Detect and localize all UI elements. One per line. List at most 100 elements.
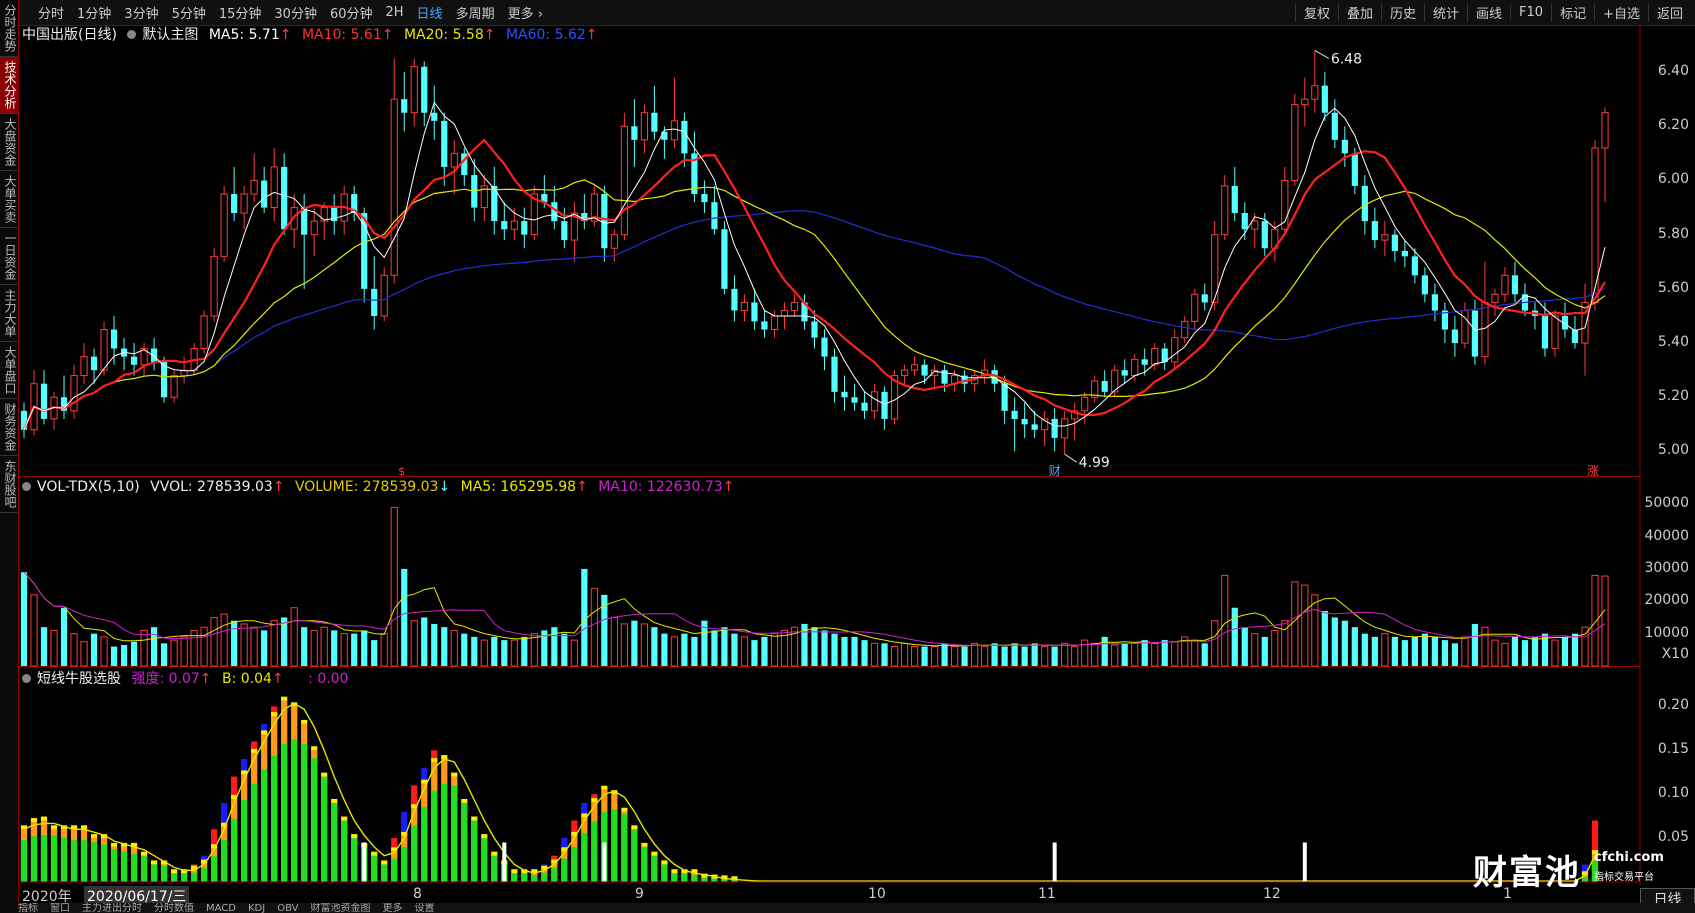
volume-bar bbox=[200, 626, 208, 667]
volume-bar bbox=[921, 646, 928, 666]
volume-bar bbox=[501, 640, 508, 666]
ind-bar-cap bbox=[301, 719, 308, 724]
volume-bar bbox=[1471, 623, 1479, 666]
candle-body bbox=[910, 364, 919, 371]
candle-body bbox=[501, 221, 508, 230]
ind-bar-base bbox=[110, 849, 118, 882]
bottom-tab-1[interactable]: 窗口 bbox=[50, 903, 70, 913]
ind-tick-2: 0.10 bbox=[1657, 785, 1689, 802]
ind-bar-cap bbox=[341, 816, 348, 821]
bottom-tab-6[interactable]: OBV bbox=[277, 903, 298, 913]
volume-bar bbox=[991, 643, 998, 666]
volume-bar bbox=[431, 623, 438, 666]
volume-bar bbox=[401, 568, 408, 666]
volume-bar bbox=[1391, 636, 1398, 666]
kline-chart[interactable]: 6.48 4.99 财 涨 $ bbox=[0, 0, 1695, 913]
volume-bar bbox=[561, 633, 568, 666]
bottom-tab-bar: 指标 窗口 主力进出分时 分时数值 MACD KDJ OBV 财富池资金图 更多 设置 bbox=[18, 903, 1695, 913]
volume-bar bbox=[661, 633, 668, 666]
volume-bar bbox=[1141, 640, 1148, 666]
volume-bar bbox=[950, 646, 959, 667]
volume-bar bbox=[140, 629, 148, 667]
volume-bar bbox=[570, 639, 578, 667]
ind-bar-cap bbox=[281, 696, 288, 701]
ind-bar-cap bbox=[311, 746, 318, 751]
ind-bar-base bbox=[481, 838, 488, 882]
volume-bar bbox=[530, 633, 538, 667]
candle-body bbox=[371, 288, 378, 316]
ind-bar-base bbox=[401, 846, 408, 882]
ind-tick-1: 0.15 bbox=[1657, 741, 1689, 758]
volume-bar bbox=[740, 636, 749, 667]
candle-body bbox=[861, 402, 868, 411]
ind-bar-base bbox=[531, 874, 538, 882]
ind-white-marker bbox=[362, 842, 367, 882]
bottom-tab-9[interactable]: 设置 bbox=[414, 903, 434, 913]
volume-bar bbox=[1211, 620, 1219, 667]
ind-bar-base bbox=[591, 821, 598, 882]
fin-marker: 财 bbox=[1049, 464, 1061, 478]
ind-bar-base bbox=[671, 873, 678, 882]
candle-body bbox=[1461, 310, 1469, 344]
volume-bar bbox=[110, 646, 118, 666]
bottom-tab-4[interactable]: MACD bbox=[206, 903, 236, 913]
bottom-tab-5[interactable]: KDJ bbox=[248, 903, 265, 913]
ind-bar-base bbox=[30, 836, 38, 882]
volume-bar bbox=[130, 641, 138, 666]
candle-body bbox=[721, 229, 728, 289]
ind-bar-base bbox=[611, 809, 618, 882]
volume-bar bbox=[150, 627, 158, 666]
candle-body bbox=[1541, 315, 1549, 349]
volume-bar bbox=[941, 643, 948, 666]
candle-body bbox=[390, 98, 398, 276]
volume-bar bbox=[761, 636, 768, 666]
candle-body bbox=[711, 202, 718, 230]
ind-bar-cap bbox=[461, 798, 468, 803]
candle-body bbox=[620, 125, 628, 236]
volume-bar bbox=[40, 627, 48, 666]
ind-bar-base bbox=[391, 858, 398, 882]
ind-bar-base bbox=[50, 835, 58, 882]
bottom-tab-2[interactable]: 主力进出分时 bbox=[82, 903, 142, 913]
ind-bar-base bbox=[411, 825, 418, 882]
candle-body bbox=[521, 221, 528, 235]
candle-body bbox=[210, 255, 218, 317]
candle-body bbox=[851, 397, 858, 403]
ind-bar-base bbox=[1581, 876, 1589, 882]
candle-body bbox=[1251, 220, 1259, 230]
candle-body bbox=[450, 152, 458, 168]
bottom-tab-8[interactable]: 更多 bbox=[382, 903, 402, 913]
candle-body bbox=[870, 391, 879, 412]
bottom-tab-3[interactable]: 分时数值 bbox=[154, 903, 194, 913]
ind-bar-cap bbox=[631, 825, 638, 830]
candle-body bbox=[900, 369, 909, 377]
candle-body bbox=[740, 301, 749, 312]
volume-bar bbox=[1341, 620, 1348, 666]
candle-body bbox=[841, 391, 848, 398]
volume-bar bbox=[1261, 636, 1268, 666]
ind-bar-base bbox=[561, 858, 568, 882]
limit-up-marker: 涨 bbox=[1587, 463, 1599, 478]
volume-bar bbox=[590, 587, 598, 667]
volume-bar bbox=[670, 636, 679, 667]
bottom-tab-7[interactable]: 财富池资金图 bbox=[310, 903, 370, 913]
month-11: 11 bbox=[1038, 886, 1056, 902]
candle-body bbox=[1171, 337, 1179, 363]
candle-body bbox=[1421, 275, 1428, 295]
volume-bar bbox=[711, 630, 718, 666]
volume-bar bbox=[770, 633, 779, 667]
ind-bar-cap bbox=[321, 772, 328, 777]
candle-body bbox=[790, 301, 799, 312]
candle-body bbox=[770, 315, 779, 331]
ind-bar-base bbox=[130, 853, 138, 882]
ind-bar-cap bbox=[170, 869, 178, 874]
ind-bar-cap bbox=[261, 730, 268, 735]
ind-bar-cap bbox=[351, 834, 358, 839]
bottom-tab-0[interactable]: 指标 bbox=[18, 903, 38, 913]
candle-body bbox=[1311, 85, 1319, 100]
high-pointer bbox=[1314, 49, 1330, 59]
ind-bar-cap bbox=[271, 712, 278, 717]
candle-body bbox=[1511, 275, 1519, 295]
ind-bar-base bbox=[261, 769, 268, 882]
volume-bar bbox=[1121, 643, 1128, 666]
